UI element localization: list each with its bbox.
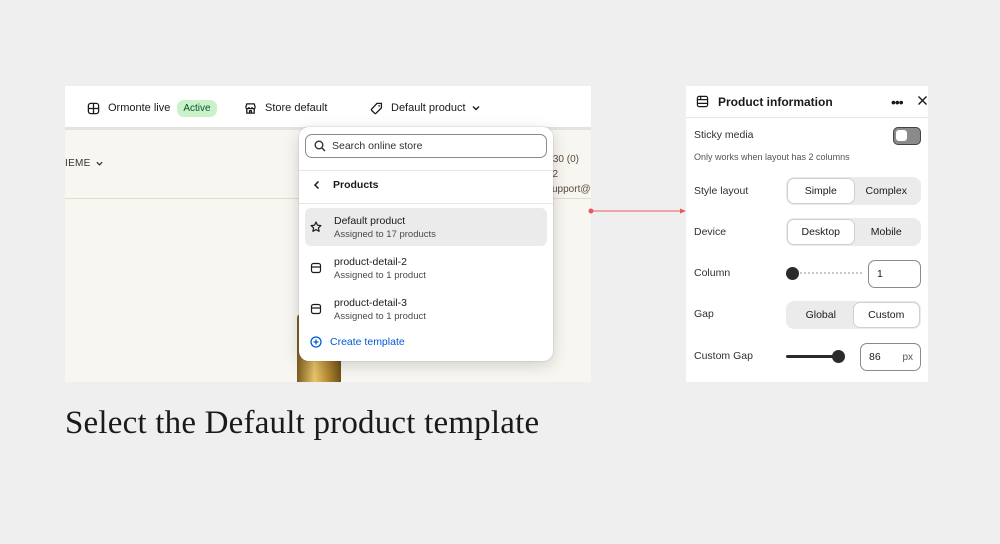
- device-segmented: Desktop Mobile: [786, 218, 921, 246]
- device-label: Device: [694, 226, 727, 238]
- template-option-product-detail-2[interactable]: product-detail-2 Assigned to 1 product: [305, 249, 547, 287]
- template-option-product-detail-3[interactable]: product-detail-3 Assigned to 1 product: [305, 290, 547, 328]
- column-slider-track[interactable]: [792, 272, 862, 274]
- storefront-icon: [245, 102, 256, 114]
- search-icon: [314, 140, 326, 152]
- chevron-left-icon: [313, 180, 320, 190]
- custom-gap-input[interactable]: 86 px: [860, 343, 921, 371]
- toggle-knob: [896, 130, 907, 141]
- theme-selector[interactable]: Store default: [244, 86, 327, 130]
- section-icon: [696, 95, 709, 108]
- template-name: Default product: [391, 102, 466, 114]
- template-option-subtitle: Assigned to 1 product: [334, 310, 426, 322]
- more-options-icon[interactable]: •••: [891, 94, 904, 110]
- sticky-media-label: Sticky media: [694, 129, 754, 141]
- back-to-products-button[interactable]: Products: [313, 179, 379, 191]
- template-option-title: Default product: [334, 214, 406, 227]
- template-option-subtitle: Assigned to 1 product: [334, 269, 426, 281]
- template-dropdown: Search online store Products Default pro…: [299, 127, 553, 361]
- chevron-down-icon: [96, 161, 103, 166]
- storefront-nav-menu[interactable]: IEME: [65, 158, 104, 169]
- connector-arrow: [588, 208, 686, 214]
- custom-gap-value: 86: [869, 351, 881, 363]
- theme-name: Store default: [265, 102, 328, 114]
- template-option-default-product[interactable]: Default product Assigned to 17 products: [305, 208, 547, 246]
- store-icon: [87, 102, 100, 114]
- instruction-caption: Select the Default product template: [65, 405, 540, 441]
- gap-segmented: Global Custom: [786, 301, 921, 329]
- sticky-media-hint: Only works when layout has 2 columns: [694, 152, 850, 162]
- gap-label: Gap: [694, 308, 714, 320]
- create-template-label: Create template: [330, 336, 405, 348]
- panel-title: Product information: [718, 95, 833, 109]
- close-icon[interactable]: [917, 95, 928, 106]
- custom-gap-label: Custom Gap: [694, 350, 753, 362]
- star-icon: [310, 221, 322, 232]
- device-desktop[interactable]: Desktop: [788, 220, 854, 244]
- template-option-title: product-detail-3: [334, 296, 407, 309]
- divider: [299, 170, 553, 171]
- chevron-down-icon: [472, 106, 480, 111]
- gap-global[interactable]: Global: [788, 303, 854, 327]
- template-selector[interactable]: Default product: [370, 86, 489, 130]
- column-slider-handle[interactable]: [786, 267, 799, 280]
- divider: [299, 203, 553, 204]
- section-title: Products: [333, 179, 379, 191]
- create-template-button[interactable]: Create template: [310, 336, 405, 348]
- style-layout-complex[interactable]: Complex: [854, 179, 920, 203]
- sticky-media-toggle[interactable]: [893, 127, 921, 145]
- storefront-phone: +30 (0) 12: [547, 154, 579, 180]
- tag-icon: [370, 102, 383, 114]
- storefront-contact: +30 (0) 12 support@: [547, 152, 591, 197]
- style-layout-simple[interactable]: Simple: [788, 179, 854, 203]
- panel-header: Product information •••: [686, 86, 928, 118]
- column-input[interactable]: 1: [868, 260, 921, 288]
- product-information-panel: Product information ••• Sticky media Onl…: [686, 86, 928, 382]
- gap-custom[interactable]: Custom: [853, 303, 919, 327]
- style-layout-label: Style layout: [694, 185, 749, 197]
- custom-gap-slider-handle[interactable]: [832, 350, 845, 363]
- search-input[interactable]: Search online store: [305, 134, 547, 158]
- layout-icon: [310, 303, 322, 315]
- template-option-title: product-detail-2: [334, 255, 407, 268]
- storefront-nav-label: IEME: [65, 158, 91, 169]
- search-placeholder: Search online store: [332, 140, 423, 152]
- column-label: Column: [694, 267, 731, 279]
- store-selector[interactable]: Ormonte live Active: [87, 86, 217, 130]
- column-value: 1: [877, 268, 883, 280]
- storefront-email: support@: [547, 184, 591, 195]
- layout-icon: [310, 262, 322, 274]
- plus-circle-icon: [310, 336, 322, 348]
- template-option-subtitle: Assigned to 17 products: [334, 228, 436, 240]
- store-name: Ormonte live: [108, 102, 171, 114]
- custom-gap-slider-track[interactable]: [786, 355, 838, 358]
- device-mobile[interactable]: Mobile: [854, 220, 920, 244]
- editor-topbar: Ormonte live Active Store default Defaul…: [65, 86, 591, 130]
- style-layout-segmented: Simple Complex: [786, 177, 921, 205]
- status-badge: Active: [177, 99, 217, 117]
- custom-gap-unit: px: [902, 352, 913, 363]
